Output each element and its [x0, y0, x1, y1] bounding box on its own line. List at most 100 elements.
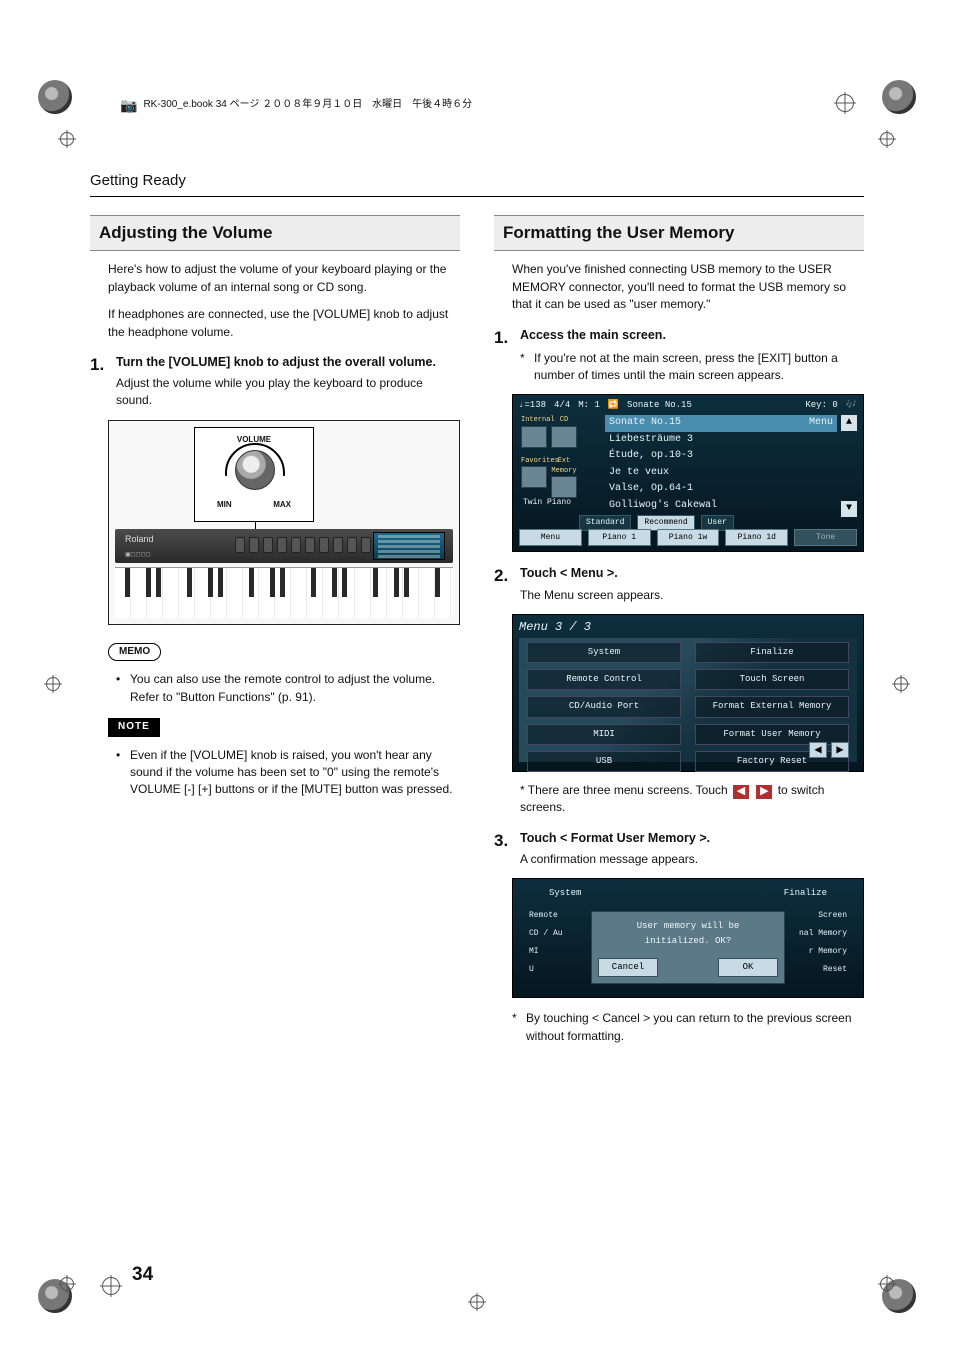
bg-label-right: Finalize [784, 887, 827, 900]
piano-keys-icon [115, 567, 453, 618]
thumb-label: Favorites [521, 456, 547, 466]
tone-button[interactable]: Piano 1 [588, 529, 651, 547]
cancel-footnote: * By touching < Cancel > you can return … [494, 1010, 864, 1045]
bg-item: nal Memory [799, 925, 847, 943]
tone-button[interactable]: Piano 1d [725, 529, 788, 547]
asterisk-icon: * [520, 783, 528, 797]
bg-item: Screen [799, 907, 847, 925]
song-item[interactable]: Liebesträume 3 [605, 432, 837, 449]
cancel-button[interactable]: Cancel [598, 958, 658, 977]
key-label: Key: 0 [805, 399, 837, 412]
menu-item-cd-audio-port[interactable]: CD/Audio Port [527, 696, 681, 717]
bg-left-col: Remote CD / Au MI U [529, 907, 563, 979]
source-thumbs: Internal CD Favorites [521, 415, 591, 505]
bullet-dot-icon: • [116, 671, 122, 706]
brand-label: Roland [125, 533, 154, 546]
left-step-1: 1. Turn the [VOLUME] knob to adjust the … [90, 353, 460, 410]
dialog-line-2: initialized. OK? [598, 935, 778, 948]
thumb-label: Internal [521, 415, 547, 425]
arrow-right-icon: ▶ [756, 785, 772, 799]
scroll-up-button[interactable]: ▲ [841, 415, 857, 431]
song-list: Sonate No.15 Menu Liebesträume 3 Étude, … [605, 415, 837, 514]
cancel-note-text: By touching < Cancel > you can return to… [526, 1010, 864, 1045]
panel-lcd-icon [373, 532, 445, 560]
song-item[interactable]: Golliwog's Cakewal [605, 498, 837, 515]
measure-label: M: 1 [578, 399, 600, 412]
volume-illustration: VOLUME MIN MAX Roland ▣◻◻◻◻ [108, 420, 460, 625]
bg-label-left: System [549, 887, 581, 900]
brand-sub-icon: ▣◻◻◻◻ [125, 551, 151, 560]
right-step-3: 3. Touch < Format User Memory >. A confi… [494, 829, 864, 869]
right-intro: When you've finished connecting USB memo… [512, 261, 864, 313]
note-label: NOTE [108, 718, 160, 737]
page-next-button[interactable]: ▶ [831, 742, 849, 758]
dialog-line-1: User memory will be [598, 920, 778, 933]
bottom-buttons: Menu Piano 1 Piano 1w Piano 1d Tone [519, 529, 857, 547]
step-title: Touch < Format User Memory >. [520, 829, 864, 847]
print-meta-header: 📷 RK-300_e.book 34 ページ ２００８年９月１０日 水曜日 午後… [120, 95, 472, 115]
note-bullet: • Even if the [VOLUME] knob is raised, y… [90, 747, 460, 799]
page-number: 34 [132, 1261, 153, 1289]
volume-min-label: MIN [217, 499, 232, 511]
menu-item-system[interactable]: System [527, 642, 681, 663]
right-column: Formatting the User Memory When you've f… [494, 215, 864, 1045]
left-intro-2: If headphones are connected, use the [VO… [108, 306, 460, 341]
bg-item: Reset [799, 961, 847, 979]
thumb-cd[interactable] [551, 426, 577, 448]
volume-knob-callout: VOLUME MIN MAX [194, 427, 314, 522]
step-title: Access the main screen. [520, 326, 864, 344]
memo-label: MEMO [108, 643, 161, 662]
song-item[interactable]: Valse, Op.64-1 [605, 481, 837, 498]
panel-buttons-icon [235, 537, 371, 553]
step-note: The Menu screen appears. [520, 587, 864, 604]
device-screenshot-confirm: System Finalize Remote CD / Au MI U Scre… [512, 878, 864, 998]
memo-bullet: • You can also use the remote control to… [90, 671, 460, 706]
bg-item: MI [529, 943, 563, 961]
song-item[interactable]: Étude, op.10-3 [605, 448, 837, 465]
note-text: Even if the [VOLUME] knob is raised, you… [130, 747, 460, 799]
thumb-internal[interactable] [521, 426, 547, 448]
bullet-dot-icon: • [116, 747, 122, 799]
bg-item: r Memory [799, 943, 847, 961]
menu-button[interactable]: Menu [519, 529, 582, 547]
step-number: 1. [90, 353, 108, 410]
camera-icon: 📷 [120, 95, 137, 115]
print-meta-text: RK-300_e.book 34 ページ ２００８年９月１０日 水曜日 午後４時… [143, 98, 472, 113]
menu-item-finalize[interactable]: Finalize [695, 642, 849, 663]
menu-item-midi[interactable]: MIDI [527, 724, 681, 745]
repeat-icon: 🔁 [608, 399, 619, 412]
menu-item-remote-control[interactable]: Remote Control [527, 669, 681, 690]
ok-button[interactable]: OK [718, 958, 778, 977]
song-badge: Menu [809, 416, 833, 431]
page-prev-button[interactable]: ◀ [809, 742, 827, 758]
menu-item-format-external-memory[interactable]: Format External Memory [695, 696, 849, 717]
step-title: Touch < Menu >. [520, 564, 864, 582]
tone-button[interactable]: Piano 1w [657, 529, 720, 547]
tone-button-dim[interactable]: Tone [794, 529, 857, 547]
thumb-label: CD [551, 415, 577, 425]
running-head: Getting Ready [90, 170, 864, 192]
step-note: Adjust the volume while you play the key… [116, 375, 460, 410]
step-title: Turn the [VOLUME] knob to adjust the ove… [116, 353, 460, 371]
device-screenshot-menu: Menu 3 / 3 System Finalize Remote Contro… [512, 614, 864, 772]
song-name: Sonate No.15 [609, 416, 681, 431]
thumb-favorites[interactable] [521, 466, 547, 488]
left-intro-1: Here's how to adjust the volume of your … [108, 261, 460, 296]
device-screenshot-main: ♩=138 4/4 M: 1 🔁 Sonate No.15 Key: 0 🎶 I… [512, 394, 864, 552]
song-item[interactable]: Je te veux [605, 465, 837, 482]
song-item-selected[interactable]: Sonate No.15 Menu [605, 415, 837, 432]
menu-screen-title: Menu 3 / 3 [519, 619, 857, 636]
menu-item-usb[interactable]: USB [527, 751, 681, 772]
timesig-label: 4/4 [554, 399, 570, 412]
menu-item-touch-screen[interactable]: Touch Screen [695, 669, 849, 690]
bg-item: CD / Au [529, 925, 563, 943]
switch-text-a: There are three menu screens. Touch [528, 783, 728, 797]
arrow-left-icon: ◀ [733, 785, 749, 799]
confirm-dialog: User memory will be initialized. OK? Can… [591, 911, 785, 984]
memo-text: You can also use the remote control to a… [130, 671, 460, 706]
thumb-ext-memory[interactable] [551, 476, 577, 498]
volume-dial-icon [235, 450, 275, 490]
left-column: Adjusting the Volume Here's how to adjus… [90, 215, 460, 1045]
step1-note: If you're not at the main screen, press … [534, 350, 864, 385]
keyboard-panel: Roland ▣◻◻◻◻ [115, 529, 453, 563]
